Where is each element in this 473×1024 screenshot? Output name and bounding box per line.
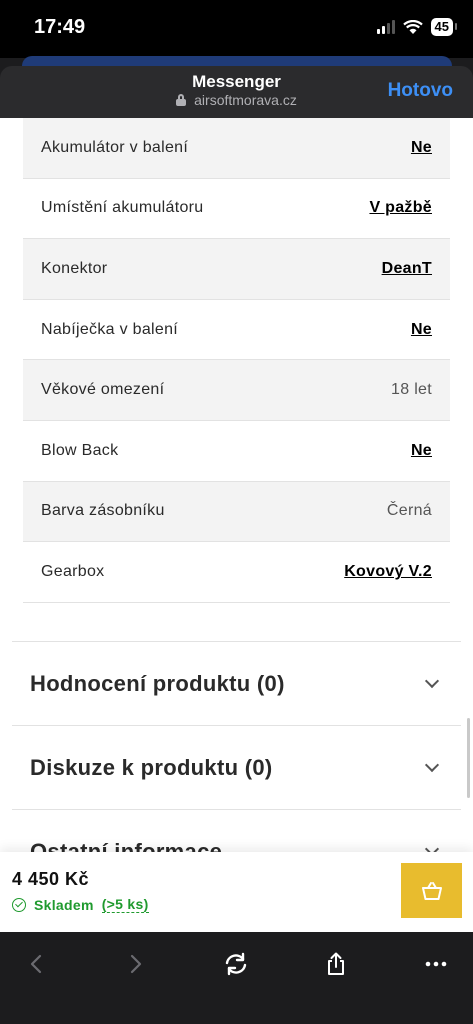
spec-value-link[interactable]: V pažbě — [369, 199, 432, 217]
battery-icon: 45 — [430, 18, 458, 36]
spec-row: Akumulátor v balení Ne — [23, 118, 450, 179]
done-button[interactable]: Hotovo — [388, 80, 453, 102]
spec-label: Barva zásobníku — [41, 502, 165, 520]
forward-icon — [130, 954, 142, 974]
spec-label: Akumulátor v balení — [41, 138, 189, 156]
accordion-title: Diskuze k produktu (0) — [30, 754, 273, 780]
accordion-title: Ostatní informace — [30, 838, 223, 853]
spec-value: 18 let — [391, 381, 432, 399]
spec-row: Gearbox Kovový V.2 — [23, 542, 450, 603]
back-icon — [30, 954, 42, 974]
check-circle-icon — [12, 897, 26, 912]
lock-icon — [176, 94, 187, 106]
accordion: Hodnocení produktu (0) Diskuze k produkt… — [12, 641, 461, 852]
spec-label: Blow Back — [41, 441, 119, 459]
spec-label: Gearbox — [41, 562, 105, 580]
spec-row: Věkové omezení 18 let — [23, 360, 450, 421]
spec-value-link[interactable]: Ne — [411, 139, 432, 157]
shopping-basket-icon — [421, 881, 442, 900]
spec-value-link[interactable]: DeanT — [382, 260, 432, 278]
accordion-ratings[interactable]: Hodnocení produktu (0) — [12, 642, 461, 726]
spec-value-link[interactable]: Ne — [411, 442, 432, 460]
spec-label: Umístění akumulátoru — [41, 199, 204, 217]
spec-row: Nabíječka v balení Ne — [23, 300, 450, 361]
spec-label: Věkové omezení — [41, 381, 165, 399]
scrollbar[interactable] — [467, 718, 470, 798]
chevron-down-icon — [424, 673, 440, 688]
spec-label: Konektor — [41, 259, 108, 277]
spec-row: Umístění akumulátoru V pažbě — [23, 179, 450, 240]
back-button[interactable] — [14, 942, 58, 986]
cellular-signal-icon — [376, 20, 395, 34]
stock-label: Skladem — [34, 896, 94, 913]
sheet-domain-text: airsoftmorava.cz — [194, 92, 297, 108]
share-button[interactable] — [314, 942, 358, 986]
product-price: 4 450 Kč — [12, 869, 90, 889]
chevron-down-icon — [424, 841, 440, 852]
reload-icon — [225, 952, 247, 976]
web-content[interactable]: Akumulátor v balení Ne Umístění akumulát… — [0, 118, 473, 852]
buy-bar: 4 450 Kč Skladem (>5 ks) — [0, 852, 473, 932]
accordion-title: Hodnocení produktu (0) — [30, 670, 285, 696]
spec-value: Černá — [386, 502, 432, 520]
add-to-cart-button[interactable] — [401, 863, 462, 918]
accordion-other-info[interactable]: Ostatní informace — [12, 810, 461, 852]
wifi-icon — [402, 19, 423, 34]
spec-row: Barva zásobníku Černá — [23, 481, 450, 543]
more-icon — [425, 961, 447, 967]
spec-label: Nabíječka v balení — [41, 320, 179, 338]
spec-table: Akumulátor v balení Ne Umístění akumulát… — [23, 118, 450, 603]
status-time: 17:49 — [34, 16, 86, 38]
browser-toolbar — [0, 932, 473, 1024]
accordion-discussion[interactable]: Diskuze k produktu (0) — [12, 726, 461, 810]
reload-button[interactable] — [214, 942, 258, 986]
forward-button[interactable] — [114, 942, 158, 986]
spec-row: Blow Back Ne — [23, 421, 450, 482]
browser-sheet-header: Messenger airsoftmorava.cz Hotovo — [0, 66, 473, 118]
chevron-down-icon — [424, 757, 440, 772]
status-icons: 45 — [376, 18, 458, 36]
more-button[interactable] — [414, 942, 458, 986]
spec-row: Konektor DeanT — [23, 239, 450, 300]
spec-value-link[interactable]: Kovový V.2 — [344, 563, 432, 581]
status-bar: 17:49 45 — [0, 0, 473, 58]
stock-quantity[interactable]: (>5 ks) — [101, 896, 149, 913]
share-icon — [328, 952, 344, 975]
spec-value-link[interactable]: Ne — [411, 321, 432, 339]
stock-status: Skladem (>5 ks) — [12, 896, 149, 913]
